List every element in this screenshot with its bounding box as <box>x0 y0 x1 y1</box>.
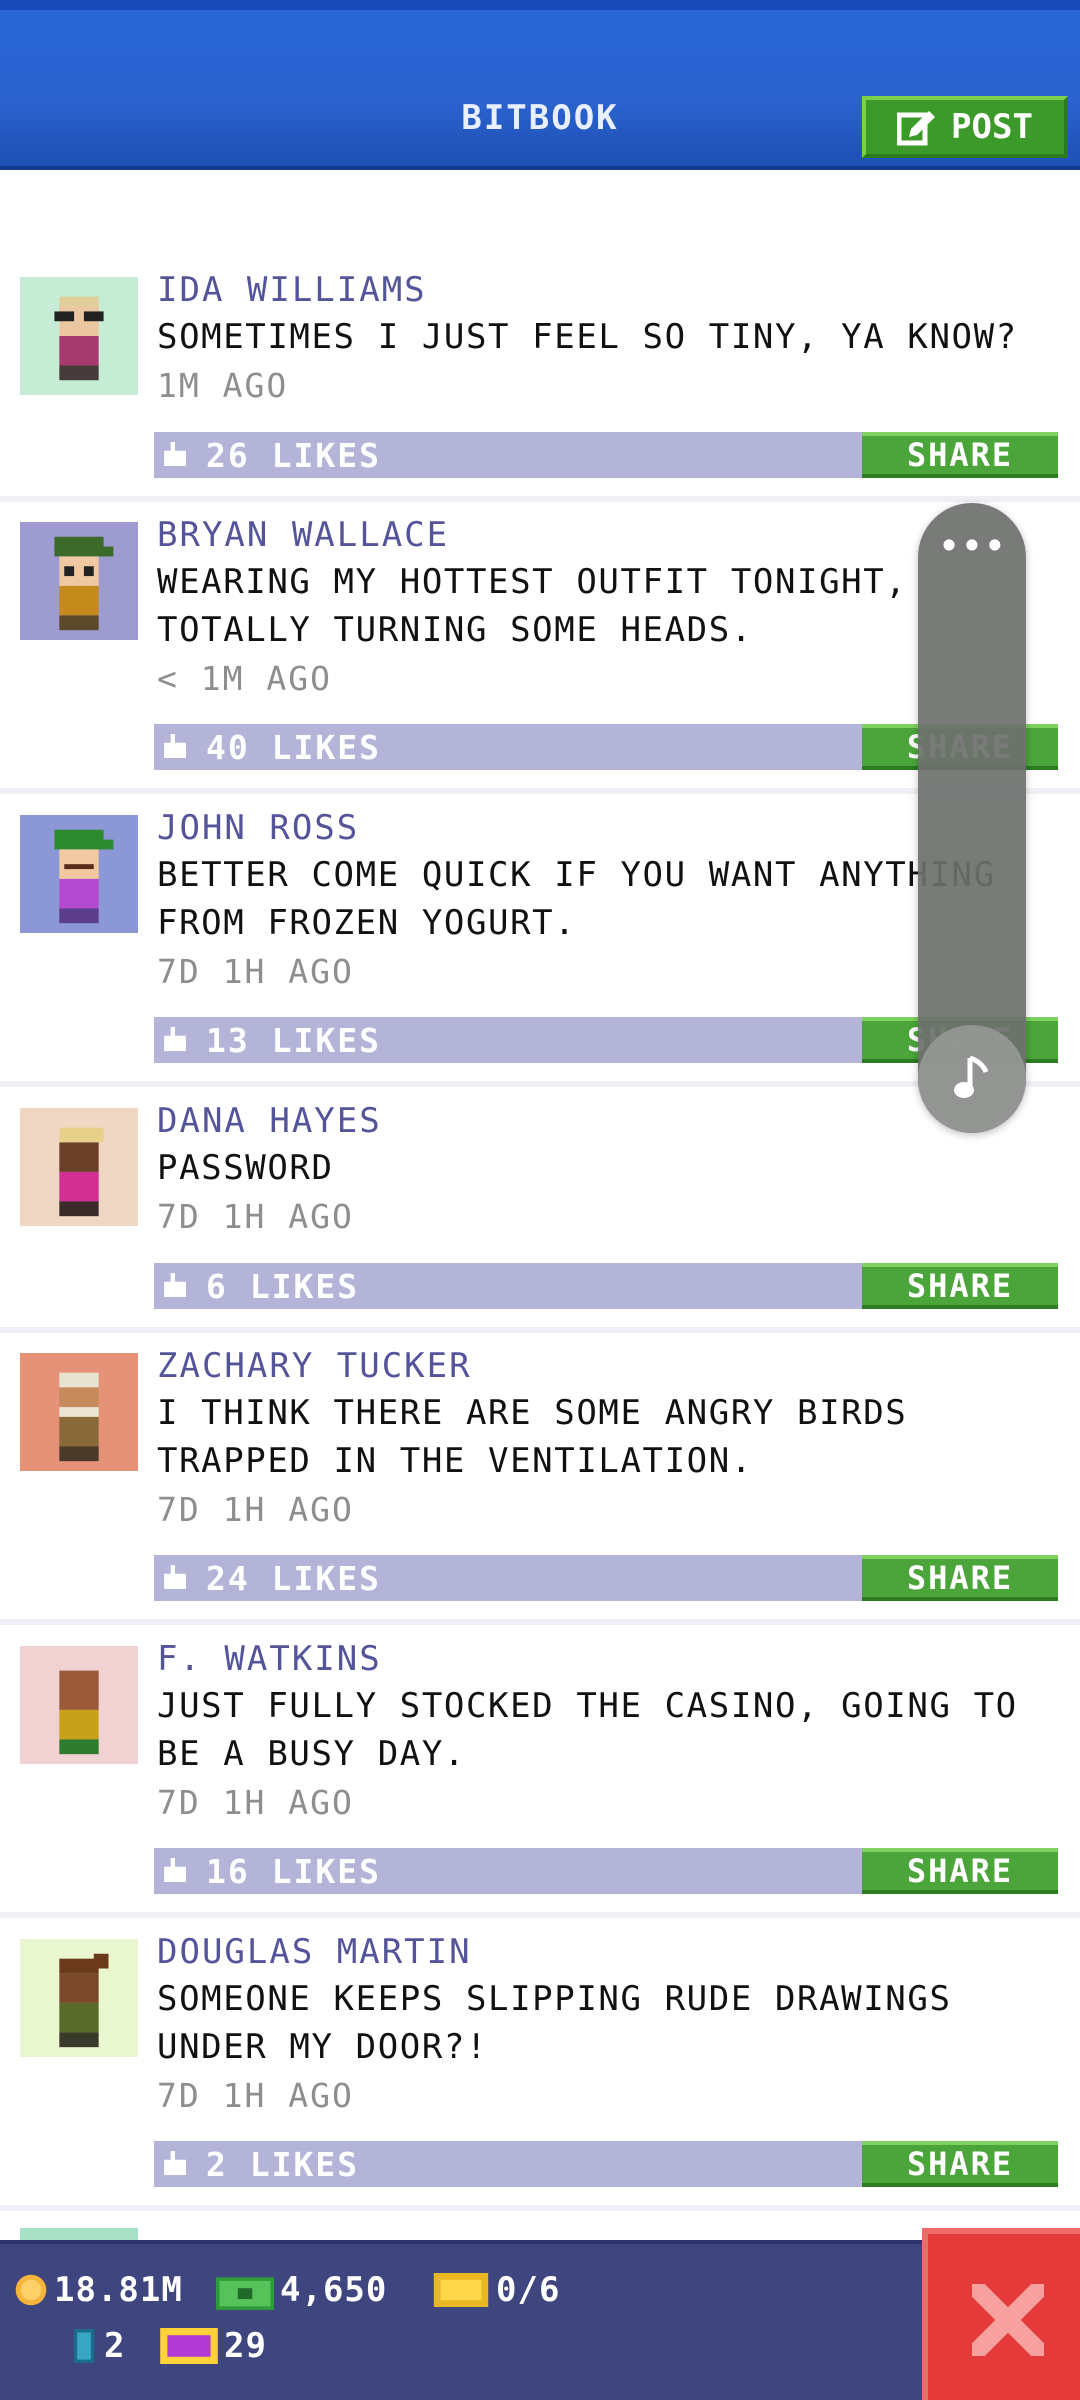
like-count: 24 LIKES <box>206 1559 381 1598</box>
like-bar[interactable]: 40 LIKES <box>154 724 864 770</box>
tickets-stat: 0/6 <box>432 2270 560 2310</box>
edit-icon <box>897 111 936 146</box>
music-note-button[interactable] <box>918 1025 1026 1133</box>
post-time: 7D 1H AGO <box>157 1783 354 1822</box>
thumbs-up-icon <box>164 734 186 758</box>
post-time: 7D 1H AGO <box>157 1490 354 1529</box>
avatar[interactable] <box>20 277 138 395</box>
music-note-icon <box>954 1055 989 1098</box>
avatar-image <box>20 1646 138 1764</box>
avatar[interactable] <box>20 1646 138 1764</box>
post-message: I THINK THERE ARE SOME ANGRY BIRDS TRAPP… <box>157 1393 908 1481</box>
like-count: 13 LIKES <box>206 1021 381 1060</box>
bux-icon <box>216 2277 274 2310</box>
divider <box>0 1327 1080 1333</box>
avatar[interactable] <box>20 522 138 640</box>
avatar <box>20 2228 138 2240</box>
bux-value: 4,650 <box>280 2270 388 2310</box>
post-message: SOMEONE KEEPS SLIPPING RUDE DRAWINGS UND… <box>157 1979 952 2067</box>
like-count: 2 LIKES <box>206 2145 360 2184</box>
avatar-image <box>20 277 138 395</box>
like-bar[interactable]: 6 LIKES <box>154 1263 864 1309</box>
post-message: SOMETIMES I JUST FEEL SO TINY, YA KNOW? <box>157 317 1018 357</box>
thumbs-up-icon <box>164 1565 186 1589</box>
share-button[interactable]: SHARE <box>862 1263 1058 1309</box>
divider <box>0 1912 1080 1918</box>
post-author[interactable]: JOHN ROSS <box>157 808 359 848</box>
divider <box>0 2205 1080 2211</box>
vip-stat: 29 <box>160 2326 267 2366</box>
post-message: PASSWORD <box>157 1148 334 1188</box>
thumbs-up-icon <box>164 1858 186 1882</box>
bux-stat: 4,650 <box>216 2270 387 2310</box>
share-button[interactable]: SHARE <box>862 2141 1058 2187</box>
like-count: 26 LIKES <box>206 436 381 475</box>
like-count: 40 LIKES <box>206 728 381 767</box>
like-count: 6 LIKES <box>206 1267 360 1306</box>
thumbs-up-icon <box>164 1273 186 1297</box>
post-author[interactable]: DOUGLAS MARTIN <box>157 1932 472 1972</box>
post-time: 7D 1H AGO <box>157 1197 354 1236</box>
item-icon <box>73 2329 95 2363</box>
post-button[interactable]: POST <box>862 96 1068 158</box>
coin-icon <box>15 2274 47 2306</box>
share-button[interactable]: SHARE <box>862 1555 1058 1601</box>
avatar-image <box>20 815 138 933</box>
vip-icon <box>160 2328 218 2364</box>
thumbs-up-icon <box>164 442 186 466</box>
post-author[interactable]: DANA HAYES <box>157 1101 382 1141</box>
ticket-icon <box>433 2273 489 2307</box>
like-bar[interactable]: 16 LIKES <box>154 1848 864 1894</box>
share-button[interactable]: SHARE <box>862 1848 1058 1894</box>
share-button[interactable]: SHARE <box>862 432 1058 478</box>
post-time: 7D 1H AGO <box>157 2076 354 2115</box>
avatar-image <box>20 1939 138 2057</box>
post-button-label: POST <box>951 107 1033 147</box>
like-bar[interactable]: 26 LIKES <box>154 432 864 478</box>
coins-stat: 18.81M <box>14 2270 183 2310</box>
divider <box>0 496 1080 502</box>
post-author[interactable]: ZACHARY TUCKER <box>157 1346 472 1386</box>
thumbs-up-icon <box>164 2151 186 2175</box>
close-icon <box>972 2284 1044 2356</box>
like-bar[interactable]: 13 LIKES <box>154 1017 864 1063</box>
avatar-image <box>20 522 138 640</box>
avatar[interactable] <box>20 815 138 933</box>
divider <box>0 1619 1080 1625</box>
post-author[interactable]: BRYAN WALLACE <box>157 515 449 555</box>
floating-overlay[interactable]: ••• <box>918 503 1026 1133</box>
coins-value: 18.81M <box>54 2270 183 2310</box>
tickets-value: 0/6 <box>496 2270 561 2310</box>
items-stat: 2 <box>70 2326 125 2366</box>
more-dots-icon[interactable]: ••• <box>918 527 1026 565</box>
like-bar[interactable]: 24 LIKES <box>154 1555 864 1601</box>
items-value: 2 <box>104 2326 126 2366</box>
post-author[interactable]: F. WATKINS <box>157 1639 382 1679</box>
vip-value: 29 <box>224 2326 267 2366</box>
post-time: 7D 1H AGO <box>157 952 354 991</box>
avatar[interactable] <box>20 1939 138 2057</box>
post-message: JUST FULLY STOCKED THE CASINO, GOING TO … <box>157 1686 1018 1774</box>
avatar-image <box>20 1108 138 1226</box>
close-button[interactable] <box>922 2228 1080 2400</box>
thumbs-up-icon <box>164 1027 186 1051</box>
avatar[interactable] <box>20 1353 138 1471</box>
like-count: 16 LIKES <box>206 1852 381 1891</box>
post-author[interactable]: IDA WILLIAMS <box>157 270 427 310</box>
avatar-image <box>20 1353 138 1471</box>
post-time: < 1M AGO <box>157 659 332 698</box>
post-time: 1M AGO <box>157 366 289 405</box>
status-bar <box>0 2240 1080 2400</box>
top-bar: BITBOOK POST <box>0 0 1080 170</box>
avatar[interactable] <box>20 1108 138 1226</box>
like-bar[interactable]: 2 LIKES <box>154 2141 864 2187</box>
